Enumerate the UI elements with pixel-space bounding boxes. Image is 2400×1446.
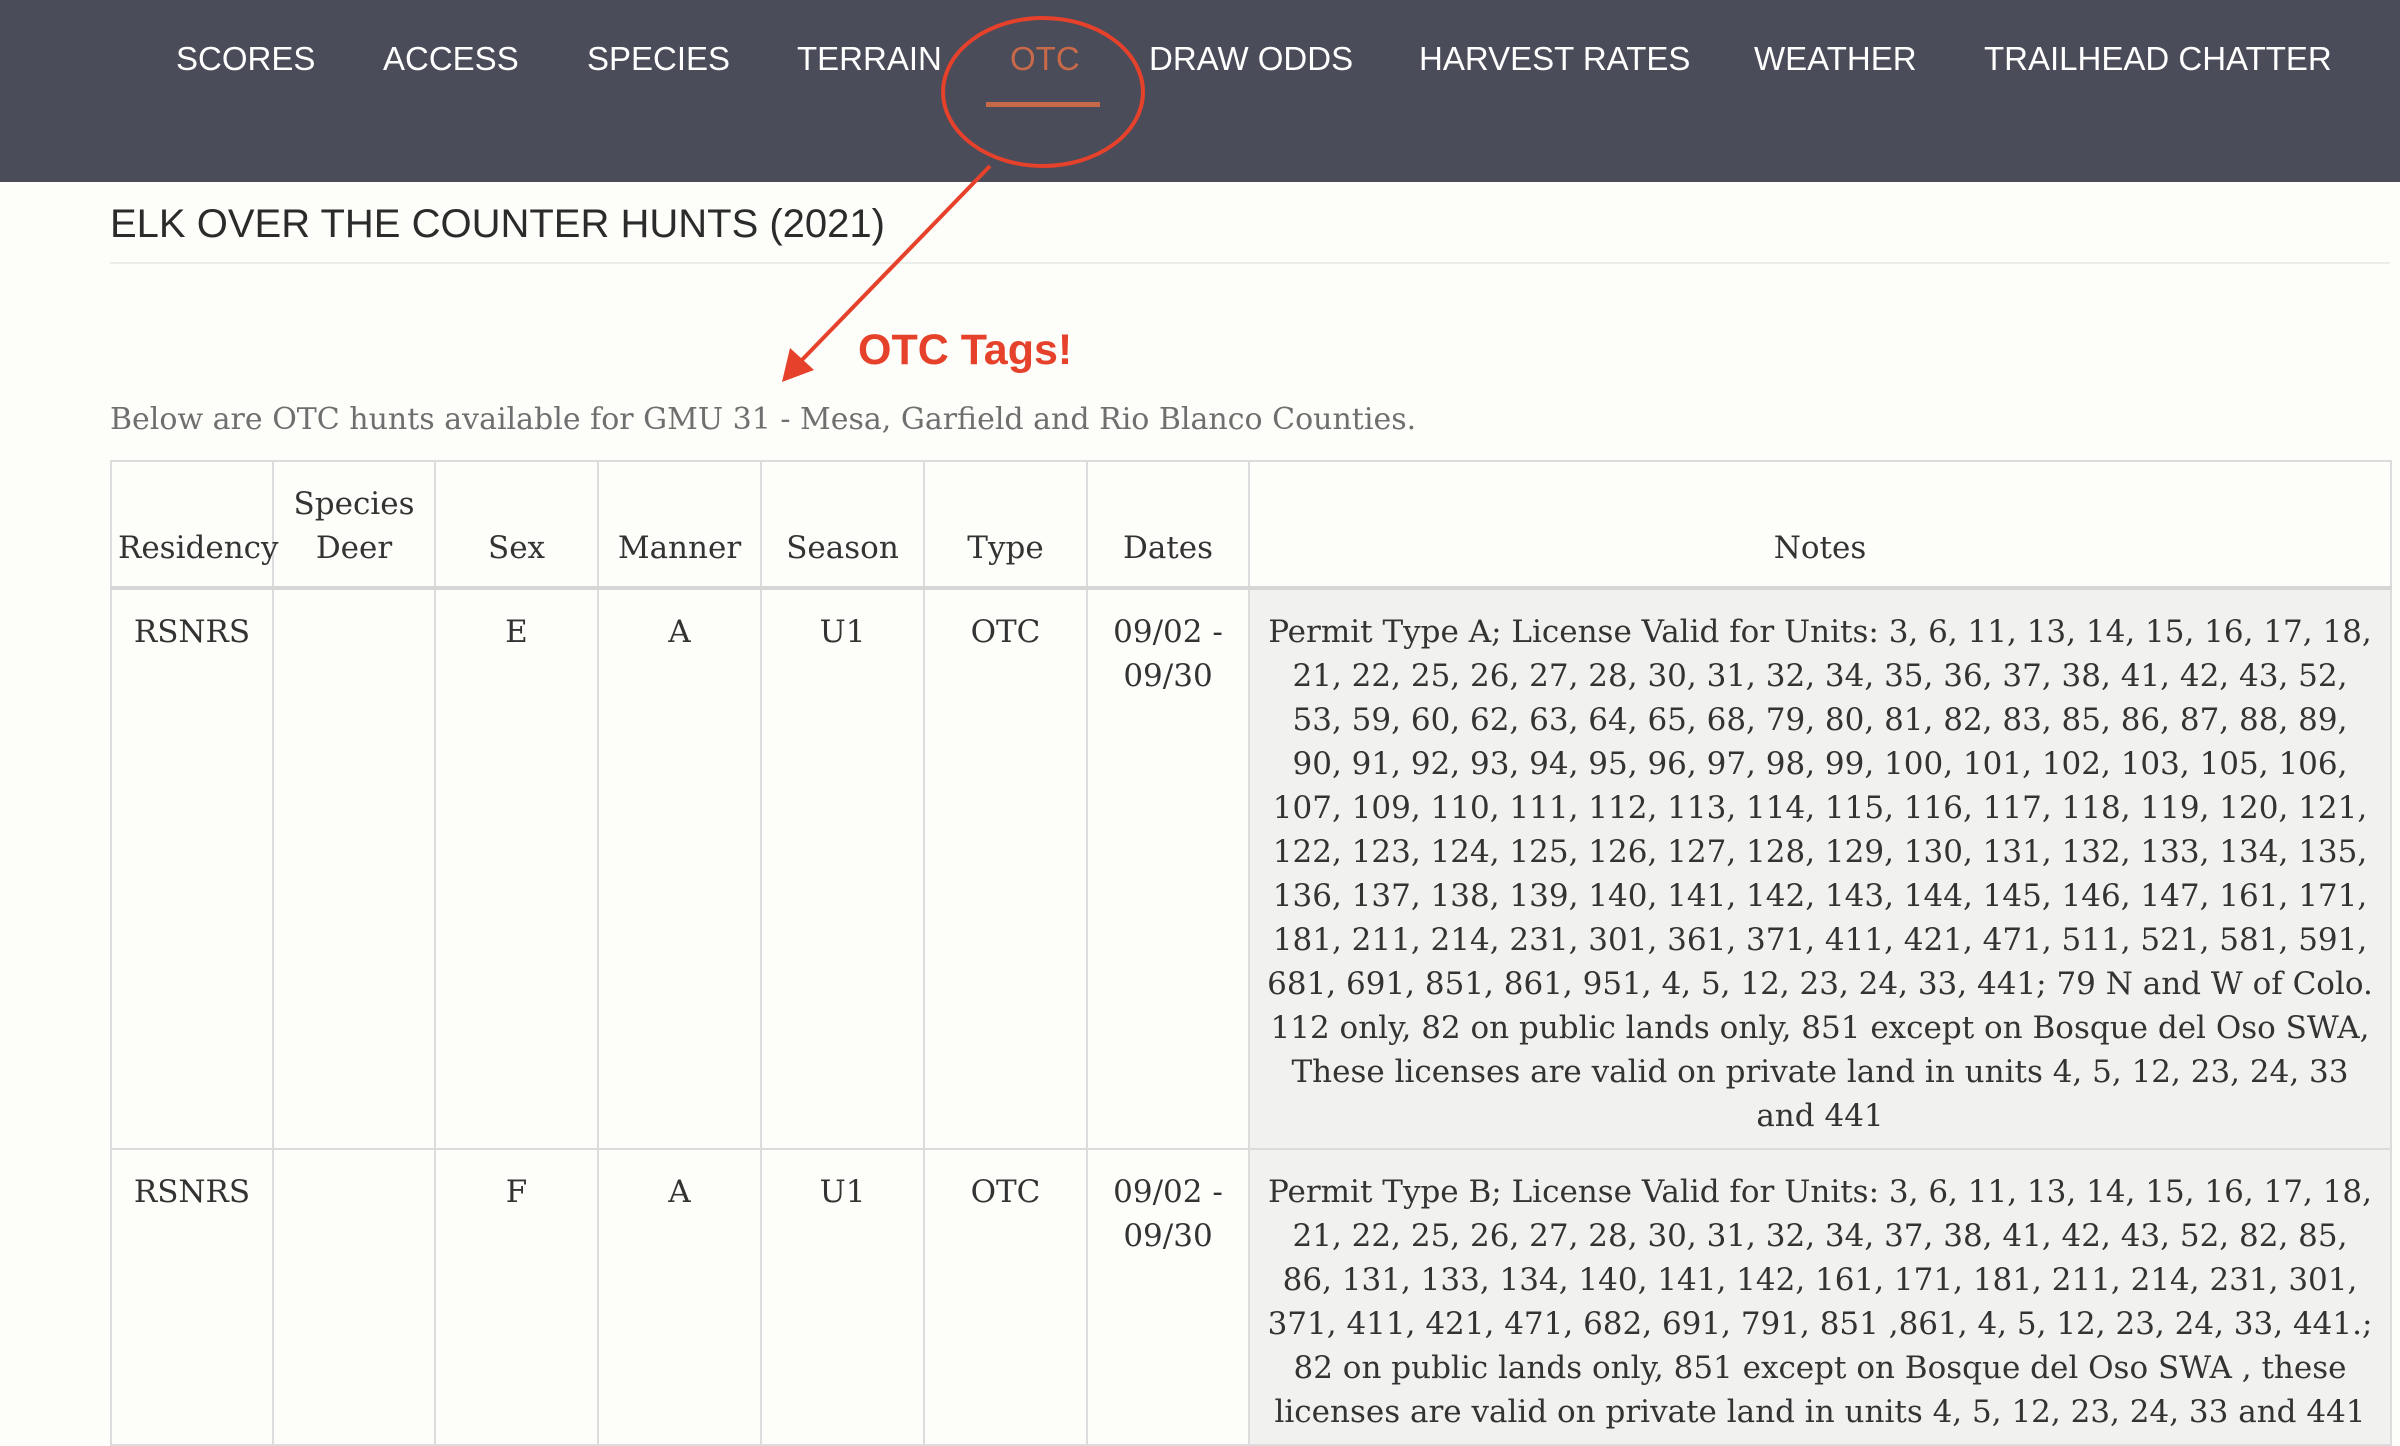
cell-dates: 09/02 - 09/30	[1086, 587, 1250, 1150]
header-species-bottom: Deer	[315, 530, 393, 566]
cell-dates-start: 09/02 -	[1113, 1174, 1223, 1210]
cell-sex: F	[434, 1148, 599, 1446]
cell-notes: Permit Type A; License Valid for Units: …	[1248, 587, 2392, 1150]
cell-species	[272, 1148, 436, 1446]
header-type: Type	[923, 460, 1088, 589]
intro-text: Below are OTC hunts available for GMU 31…	[110, 402, 1417, 437]
cell-residency: RSNRS	[110, 1148, 274, 1446]
cell-species	[272, 587, 436, 1150]
cell-season: U1	[760, 587, 925, 1150]
nav-item-species[interactable]: SPECIES	[587, 40, 730, 78]
table-row: RSNRS E A U1 OTC 09/02 - 09/30 Permit Ty…	[110, 587, 2392, 1150]
header-species: Species Deer	[272, 460, 436, 589]
header-season: Season	[760, 460, 925, 589]
cell-residency: RSNRS	[110, 587, 274, 1150]
header-sex: Sex	[434, 460, 599, 589]
header-species-top: Species	[293, 486, 415, 522]
cell-dates: 09/02 - 09/30	[1086, 1148, 1250, 1446]
nav-item-harvest-rates[interactable]: HARVEST RATES	[1419, 40, 1690, 78]
cell-season: U1	[760, 1148, 925, 1446]
cell-notes: Permit Type B; License Valid for Units: …	[1248, 1148, 2392, 1446]
table-header-row: Residency Species Deer Sex Manner Season…	[110, 460, 2392, 589]
cell-dates-start: 09/02 -	[1113, 614, 1223, 650]
cell-dates-end: 09/30	[1123, 1218, 1213, 1254]
annotation-circle	[941, 16, 1145, 168]
header-notes: Notes	[1248, 460, 2392, 589]
nav-item-weather[interactable]: WEATHER	[1754, 40, 1917, 78]
otc-hunts-table: Residency Species Deer Sex Manner Season…	[110, 460, 2392, 1446]
cell-manner: A	[597, 1148, 762, 1446]
top-nav: SCORES ACCESS SPECIES TERRAIN OTC DRAW O…	[0, 0, 2400, 182]
header-dates: Dates	[1086, 460, 1250, 589]
annotation-label: OTC Tags!	[858, 326, 1073, 374]
nav-item-scores[interactable]: SCORES	[176, 40, 315, 78]
cell-dates-end: 09/30	[1123, 658, 1213, 694]
nav-item-draw-odds[interactable]: DRAW ODDS	[1149, 40, 1353, 78]
header-manner: Manner	[597, 460, 762, 589]
header-residency: Residency	[110, 460, 279, 589]
cell-type: OTC	[923, 587, 1088, 1150]
page-title: ELK OVER THE COUNTER HUNTS (2021)	[110, 202, 885, 246]
title-divider	[110, 262, 2390, 264]
nav-item-terrain[interactable]: TERRAIN	[797, 40, 942, 78]
table-row: RSNRS F A U1 OTC 09/02 - 09/30 Permit Ty…	[110, 1148, 2392, 1446]
cell-type: OTC	[923, 1148, 1088, 1446]
cell-manner: A	[597, 587, 762, 1150]
nav-item-trailhead-chatter[interactable]: TRAILHEAD CHATTER	[1984, 40, 2332, 78]
nav-item-access[interactable]: ACCESS	[383, 40, 519, 78]
cell-sex: E	[434, 587, 599, 1150]
